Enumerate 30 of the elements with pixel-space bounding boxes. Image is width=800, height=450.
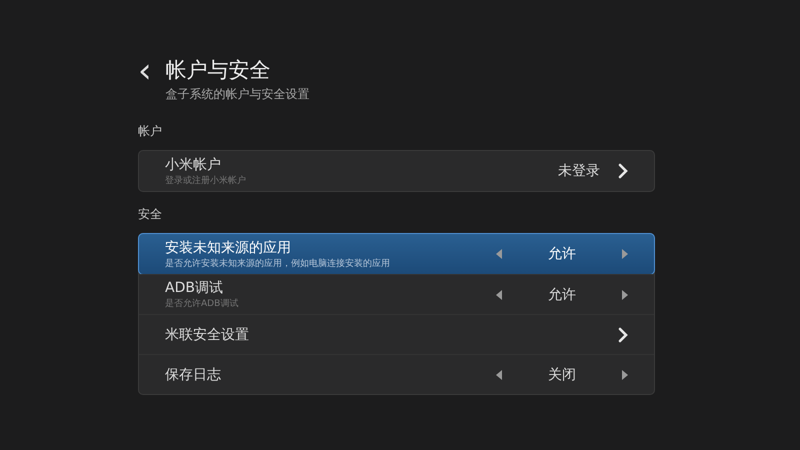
right-arrow-icon[interactable] [622,249,628,259]
setting-value: 关闭 [547,366,577,384]
setting-label: ADB调试 [165,279,224,297]
left-arrow-icon[interactable] [496,249,502,259]
section-title: 安全 [138,206,163,223]
setting-row[interactable]: 米联安全设置 [139,314,654,354]
page-subtitle: 盒子系统的帐户与安全设置 [166,86,310,103]
chevron-right-icon[interactable] [618,326,628,342]
left-arrow-icon[interactable] [496,290,502,300]
section-title: 帐户 [138,123,163,140]
setting-description: 是否允许ADB调试 [165,298,240,310]
setting-row[interactable]: 保存日志 关闭 [139,354,654,394]
setting-row[interactable]: 小米帐户 登录或注册小米帐户 未登录 [139,151,654,191]
setting-value: 未登录 [558,162,600,180]
setting-label: 米联安全设置 [165,326,250,344]
right-arrow-icon[interactable] [622,290,628,300]
setting-description: 是否允许安装未知来源的应用，例如电脑连接安装的应用 [165,258,391,270]
setting-label: 安装未知来源的应用 [165,238,292,256]
setting-label: 小米帐户 [165,156,222,174]
setting-row[interactable]: 安装未知来源的应用 是否允许安装未知来源的应用，例如电脑连接安装的应用 允许 [138,233,655,275]
setting-value: 允许 [547,245,577,263]
right-arrow-icon[interactable] [622,370,628,380]
setting-value: 允许 [547,286,577,304]
chevron-right-icon[interactable] [618,163,628,179]
setting-label: 保存日志 [165,366,222,384]
setting-row[interactable]: ADB调试 是否允许ADB调试 允许 [139,274,654,314]
back-button[interactable]: ‹ [138,56,152,103]
setting-description: 登录或注册小米帐户 [165,174,247,186]
page-title: 帐户与安全 [166,57,272,84]
left-arrow-icon[interactable] [496,370,502,380]
